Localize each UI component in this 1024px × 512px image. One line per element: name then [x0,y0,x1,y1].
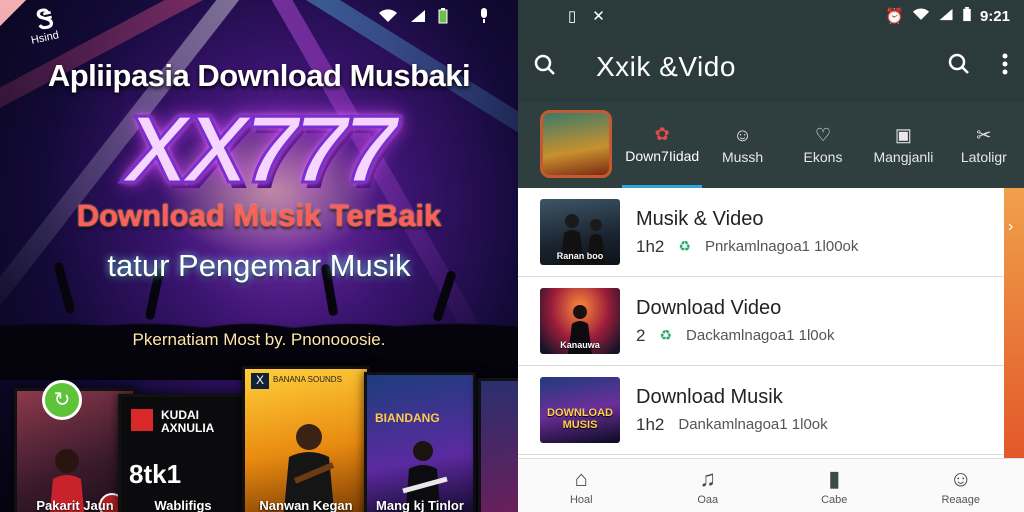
album-caption: Mang kj Tinlor [376,498,464,512]
tab-label: Ekons [803,149,843,165]
tab-latoligr[interactable]: ✂ Latoligr [944,102,1024,188]
item-title: Download Musik [636,385,783,408]
battery-icon [962,6,972,26]
alarm-icon: ⏰ [885,8,904,25]
promo-subtagline: tatur Pengemar Musik [107,248,411,283]
album-card[interactable]: KUDAI AXNULIA 8tk1 Wablifigs [118,394,248,512]
tab-label: Latoligr [960,149,1007,165]
item-count: 1h2 [636,414,665,434]
promo-caption: Pkernatiam Most by. Pnonooosie. [132,330,386,349]
album-number: 8tk1 [129,459,182,489]
tab-ekons[interactable]: ♡ Ekons [783,102,863,188]
tools-icon: ✂ [976,125,992,145]
item-thumbnail: Ranan boo [540,199,620,265]
tab-label: Mussh [721,149,764,165]
item-title: Musik & Video [636,207,764,230]
promo-logo: XX777 [123,96,398,203]
side-drawer-handle[interactable]: › [1004,188,1024,458]
profile-icon: ☺ [949,465,972,491]
thumbnail-caption: DOWNLOAD MUSIS [547,407,613,431]
nav-label: Oaa [697,493,719,506]
signal-icon [938,8,954,25]
music-tab-icon: ☺ [733,125,752,145]
item-thumbnail: DOWNLOAD MUSIS [540,377,620,443]
item-desc: Pnrkamlnagoa1 1l00ok [704,238,859,255]
list-item[interactable]: DOWNLOAD MUSIS Download Musik 1h2 Dankam… [518,366,1004,455]
nav-home[interactable]: ⌂ Hoal [518,459,645,512]
item-count: 1h2 [636,236,665,256]
phone-app: ▯ ✕ ⏰ 9:21 Xxik &Vido ✿ Down7Iidad ☺ Mus… [518,0,1024,512]
album-caption: Pakarit Jaun [36,498,114,512]
tab-label: Mangjanli [873,149,934,165]
app-bar: Xxik &Vido [518,32,1024,102]
wifi-icon [912,8,930,25]
item-desc: Dankamlnagoa1 1l0ok [678,416,828,433]
chevron-right-icon: › [1008,218,1014,235]
nav-label: Hoal [569,493,593,506]
tab-music[interactable]: ☺ Mussh [702,102,782,188]
item-thumbnail: Kanauwa [540,288,620,354]
screenshot-root: Ꮥ Hsind Apliipasia Download Musbaki XX77… [0,0,1024,512]
app-title: Xxik &Vido [596,51,736,82]
search-icon[interactable] [948,53,970,82]
promo-banner: Ꮥ Hsind Apliipasia Download Musbaki XX77… [0,0,518,512]
album-art-thumbnail[interactable] [540,110,612,178]
list-item[interactable]: Ranan boo Musik & Video 1h2 ♻ Pnrkamlnag… [518,188,1004,277]
album-caption: Nanwan Kegan [259,498,353,512]
item-desc: Dackamlnagoa1 1l0ok [686,327,835,344]
item-count: 2 [636,325,646,345]
album-card[interactable] [478,378,518,512]
nav-music[interactable]: ♫ Oaa [645,459,772,512]
nav-cabe[interactable]: ▮ Cabe [771,459,898,512]
license-icon: ♻ [678,238,691,254]
content-list: Ranan boo Musik & Video 1h2 ♻ Pnrkamlnag… [518,188,1004,455]
tab-download[interactable]: ✿ Down7Iidad [622,102,703,188]
search-icon[interactable] [534,54,556,81]
album-card[interactable]: BIANDANG Mang kj Tinlor [364,372,476,512]
grid-icon: ▣ [894,125,912,145]
item-title: Download Video [636,296,782,319]
thumbnail-caption: Ranan boo [556,251,604,261]
music-icon: ♫ [699,465,717,491]
more-options-icon[interactable] [1002,53,1008,82]
album-logo-icon [131,409,153,431]
bottom-nav: ⌂ Hoal ♫ Oaa ▮ Cabe ☺ Reaage [518,458,1024,512]
promo-headline: Apliipasia Download Musbaki [47,58,471,93]
wifi-icon [378,9,398,26]
license-icon: ♻ [659,327,673,343]
sim-icon: ▯ [568,8,577,25]
heart-icon: ♡ [814,125,832,145]
tab-label: Down7Iidad [625,147,700,164]
promo-status-bar [378,8,490,27]
list-item[interactable]: Kanauwa Download Video 2 ♻ Dackamlnagoa1… [518,277,1004,366]
download-tab-icon: ✿ [654,123,670,144]
promo-tagline: Download Musik TerBaik [76,198,442,233]
mic-icon [478,8,490,27]
tab-bar: ✿ Down7Iidad ☺ Mussh ♡ Ekons ▣ Mangjanli… [518,102,1024,188]
corner-badge: Ꮥ Hsind [10,3,80,64]
clock-time: 9:21 [979,7,1010,25]
tab-mangjanli[interactable]: ▣ Mangjanli [863,102,943,188]
album-title: KUDAI AXNULIA [161,408,215,435]
status-bar: ▯ ✕ ⏰ 9:21 [518,0,1024,32]
bookmark-icon: ▮ [828,465,841,491]
home-icon: ⌂ [574,465,588,491]
album-cards: Pakarit Jaun KUDAI AXNULIA 8tk1 Wablifig… [0,360,518,512]
x-icon: ✕ [592,8,605,25]
album-card[interactable]: X BANANA SOUNDS Nanwan Kegan [242,366,370,512]
thumbnail-caption: Kanauwa [560,340,600,350]
nav-label: Cabe [821,493,848,506]
nav-label: Reaage [941,493,981,506]
nav-profile[interactable]: ☺ Reaage [898,459,1024,512]
album-caption: Wablifigs [154,498,212,512]
battery-icon [438,8,448,27]
share-icon[interactable]: ↻ [42,380,82,420]
signal-icon [410,9,426,26]
